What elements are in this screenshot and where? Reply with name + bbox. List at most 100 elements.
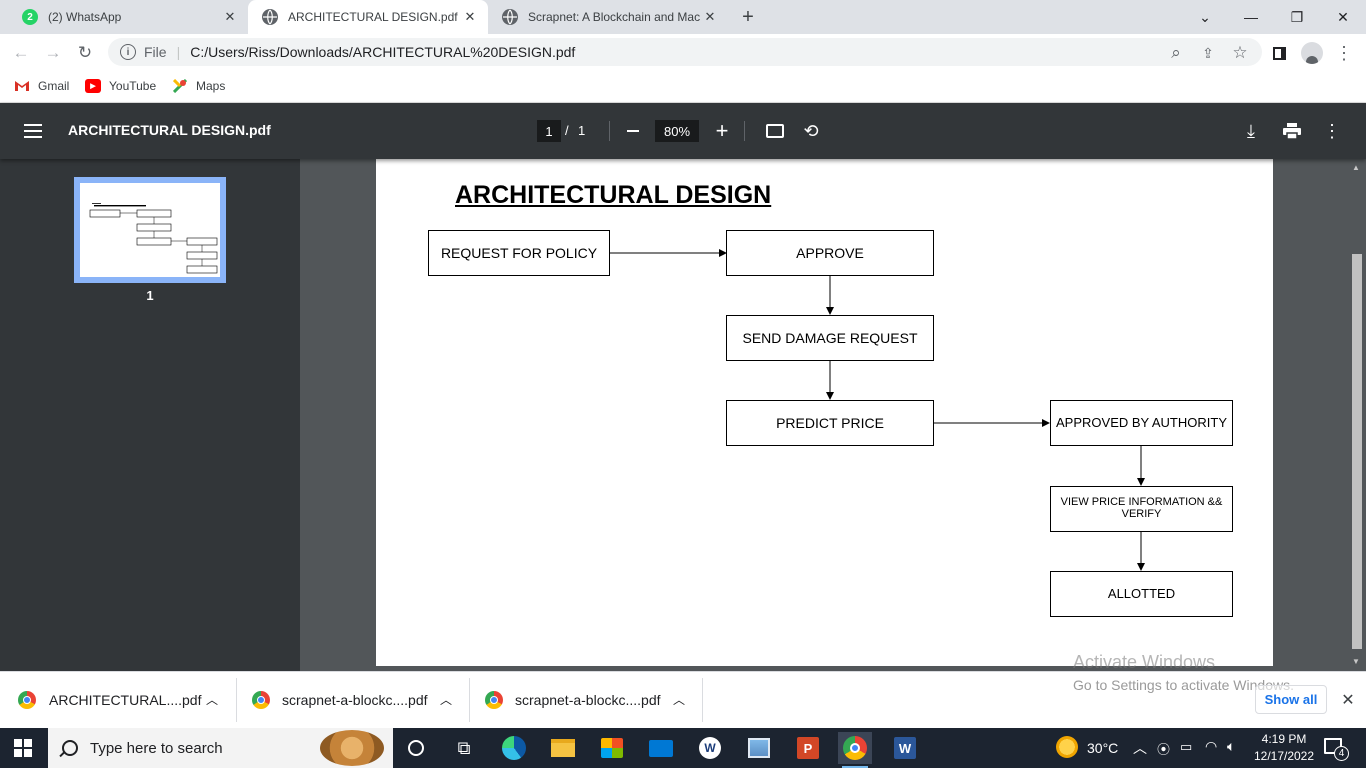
share-button[interactable]: ⇪ — [1195, 40, 1221, 66]
start-button[interactable] — [14, 739, 32, 757]
weather-icon[interactable] — [1056, 736, 1080, 760]
info-icon[interactable]: i — [120, 44, 136, 60]
more-actions-button[interactable]: ⋮ — [1321, 120, 1343, 142]
task-view-button[interactable]: ⧉ — [447, 732, 481, 764]
close-tab-icon[interactable]: ✕ — [220, 9, 240, 25]
download-item[interactable]: scrapnet-a-blockc....pdf ︿ — [485, 671, 703, 728]
globe-icon — [502, 9, 518, 25]
reload-button[interactable]: ↻ — [72, 40, 98, 66]
print-button[interactable] — [1281, 120, 1303, 142]
scroll-up-icon: ▲ — [1352, 163, 1360, 172]
page-total: 1 — [578, 123, 586, 138]
word-app[interactable]: W — [888, 732, 922, 764]
close-downloads-button[interactable]: ✕ — [1338, 690, 1358, 710]
rotate-button[interactable]: ⟲ — [800, 120, 822, 142]
download-button[interactable]: ⤓ — [1240, 120, 1262, 142]
file-explorer-app[interactable] — [546, 732, 580, 764]
show-all-downloads-button[interactable]: Show all — [1255, 685, 1327, 714]
forward-button[interactable]: → — [40, 40, 66, 66]
store-app[interactable] — [595, 732, 629, 764]
weather-temperature[interactable]: 30°C — [1087, 740, 1118, 756]
bookmark-maps[interactable]: Maps — [172, 76, 225, 96]
hamburger-icon — [24, 124, 42, 138]
divider — [236, 678, 237, 722]
tab-scrapnet[interactable]: Scrapnet: A Blockchain and Mach ✕ — [488, 0, 728, 34]
app-icon: W — [699, 737, 721, 759]
volume-icon[interactable]: 🔈︎ — [1227, 738, 1235, 755]
pdf-page: ARCHITECTURAL DESIGN REQUEST FOR POLICY … — [376, 159, 1273, 666]
divider — [469, 678, 470, 722]
download-filename: scrapnet-a-blockc....pdf — [515, 691, 661, 708]
download-item[interactable]: scrapnet-a-blockc....pdf ︿ — [252, 671, 470, 728]
mail-icon — [649, 739, 673, 757]
chrome-app[interactable] — [838, 732, 872, 764]
flow-box-view-price: VIEW PRICE INFORMATION && VERIFY — [1050, 486, 1233, 532]
zoom-input[interactable]: 80% — [655, 120, 699, 142]
bookmark-youtube[interactable]: ▶ YouTube — [85, 76, 156, 96]
photos-app[interactable] — [742, 732, 776, 764]
wifi-icon[interactable]: ◠ — [1205, 738, 1217, 755]
mail-app[interactable] — [644, 732, 678, 764]
tab-title: Scrapnet: A Blockchain and Mach — [528, 10, 700, 24]
chevron-up-icon[interactable]: ︿ — [440, 691, 452, 708]
show-hidden-icons-button[interactable]: ︿ — [1133, 738, 1147, 758]
page-number-input[interactable]: 1 — [537, 120, 561, 142]
meet-now-icon[interactable]: ⦿ — [1157, 739, 1170, 758]
divider — [744, 121, 745, 141]
sidebar-toggle-button[interactable] — [24, 121, 42, 141]
fit-to-page-button[interactable] — [764, 120, 786, 142]
url-text: C:/Users/Riss/Downloads/ARCHITECTURAL%20… — [190, 44, 576, 60]
address-bar[interactable]: i File | C:/Users/Riss/Downloads/ARCHITE… — [108, 38, 1262, 66]
zoom-out-button[interactable] — [622, 120, 644, 142]
tab-whatsapp[interactable]: 2 (2) WhatsApp ✕ — [8, 0, 248, 34]
profile-button[interactable] — [1299, 40, 1325, 66]
restore-button[interactable]: ❐ — [1274, 0, 1320, 34]
edge-icon — [502, 736, 526, 760]
scrollbar[interactable]: ▲ ▼ — [1350, 159, 1366, 671]
back-arrow-icon: ← — [12, 43, 30, 62]
cortana-button[interactable] — [399, 732, 433, 764]
clock[interactable]: 4:19 PM 12/17/2022 — [1248, 731, 1320, 765]
thumbnail-sidebar: 1 — [0, 159, 300, 671]
close-tab-icon[interactable]: ✕ — [700, 9, 720, 25]
forward-arrow-icon: → — [44, 43, 62, 62]
edge-app[interactable] — [497, 732, 531, 764]
page-thumbnail[interactable] — [74, 177, 226, 283]
chevron-up-icon[interactable]: ︿ — [206, 691, 218, 708]
side-panel-button[interactable] — [1266, 40, 1292, 66]
chevron-up-icon[interactable]: ︿ — [673, 691, 685, 708]
menu-button[interactable]: ⋮ — [1331, 40, 1357, 66]
zoom-in-button[interactable]: + — [711, 118, 733, 143]
app-w-circle[interactable]: W — [693, 732, 727, 764]
scheme-label: File — [144, 44, 167, 60]
taskbar-search-box[interactable]: Type here to search — [48, 728, 393, 768]
thumbnail-preview — [80, 183, 220, 277]
chrome-icon — [252, 690, 270, 709]
zoom-button[interactable]: ⌕ — [1163, 40, 1189, 66]
tab-search-button[interactable]: ⌄ — [1182, 0, 1228, 34]
back-button[interactable]: ← — [8, 40, 34, 66]
bookmark-gmail[interactable]: Gmail — [14, 76, 69, 96]
magnifier-icon: ⌕ — [1171, 43, 1181, 62]
scrollbar-thumb[interactable] — [1352, 254, 1362, 649]
notification-center-button[interactable]: 4 — [1324, 738, 1349, 761]
new-tab-button[interactable]: + — [734, 2, 762, 32]
battery-icon[interactable]: ▭ — [1180, 739, 1192, 755]
word-icon: W — [894, 737, 916, 759]
close-window-button[interactable]: ✕ — [1320, 0, 1366, 34]
clock-time: 4:19 PM — [1261, 732, 1307, 746]
powerpoint-app[interactable]: P — [791, 732, 825, 764]
scroll-down-icon: ▼ — [1352, 657, 1360, 666]
share-icon: ⇪ — [1202, 44, 1214, 61]
chrome-icon — [485, 690, 503, 709]
folder-icon — [551, 739, 575, 757]
printer-icon — [1283, 123, 1301, 139]
tab-architectural-design[interactable]: ARCHITECTURAL DESIGN.pdf ✕ — [248, 0, 488, 34]
close-tab-icon[interactable]: ✕ — [460, 9, 480, 25]
minimize-button[interactable]: — — [1228, 0, 1274, 34]
flow-box-approve: APPROVE — [726, 230, 934, 276]
store-icon — [601, 738, 623, 758]
download-item[interactable]: ARCHITECTURAL....pdf ︿ — [18, 671, 236, 728]
kebab-menu-icon: ⋮ — [1323, 120, 1341, 141]
bookmark-button[interactable]: ☆ — [1227, 40, 1253, 66]
